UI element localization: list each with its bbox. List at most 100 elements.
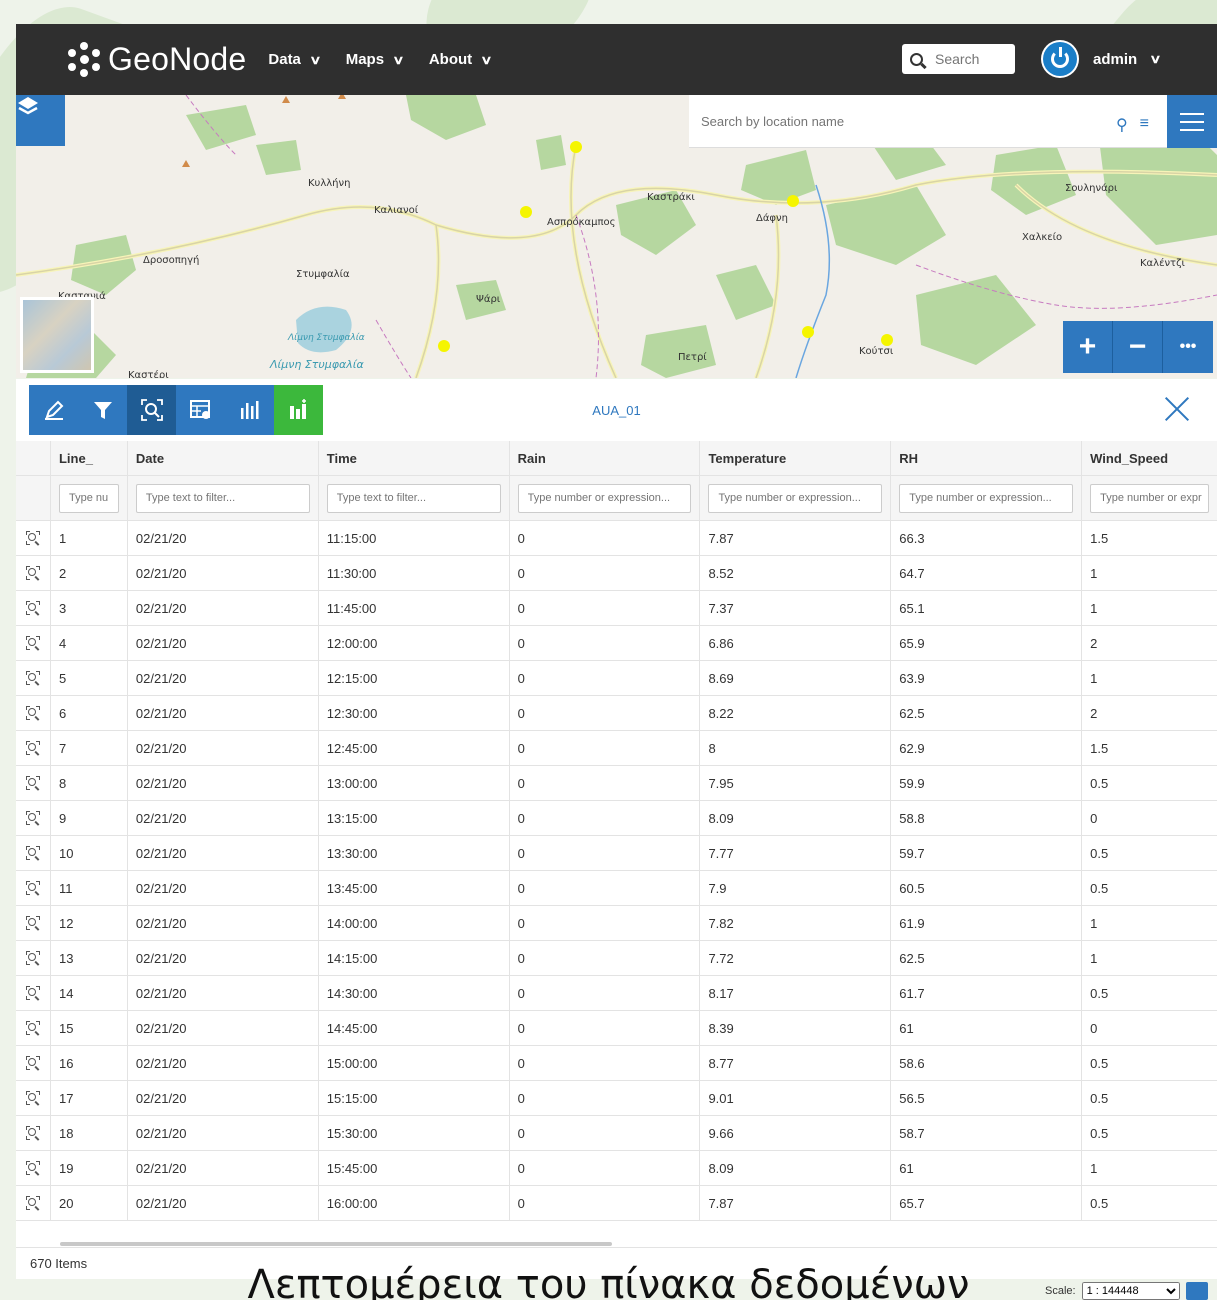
table-row[interactable]: 8 02/21/20 13:00:00 0 7.95 59.9 0.5 bbox=[16, 766, 1217, 801]
column-header[interactable]: RH bbox=[891, 441, 1083, 476]
column-filter-input[interactable] bbox=[135, 483, 310, 513]
map-place-label: Πετρί bbox=[678, 352, 707, 363]
table-cell: 59.9 bbox=[891, 766, 1083, 801]
table-row[interactable]: 3 02/21/20 11:45:00 0 7.37 65.1 1 bbox=[16, 591, 1217, 626]
table-cell: 0 bbox=[509, 836, 701, 871]
more-tools-button[interactable]: ••• bbox=[1163, 321, 1213, 373]
zoom-to-feature-icon[interactable] bbox=[25, 1056, 40, 1071]
table-row[interactable]: 13 02/21/20 14:15:00 0 7.72 62.5 1 bbox=[16, 941, 1217, 976]
horizontal-scrollbar[interactable] bbox=[60, 1242, 612, 1246]
zoom-to-feature-icon[interactable] bbox=[25, 1091, 40, 1106]
zoom-to-feature-icon[interactable] bbox=[25, 951, 40, 966]
search-options-icon[interactable]: ≡ bbox=[1140, 115, 1149, 135]
table-cell: 1 bbox=[1082, 941, 1217, 976]
table-row[interactable]: 15 02/21/20 14:45:00 0 8.39 61 0 bbox=[16, 1011, 1217, 1046]
table-cell: 0 bbox=[509, 696, 701, 731]
zoom-to-feature-icon[interactable] bbox=[25, 566, 40, 581]
table-cell: 10 bbox=[50, 836, 128, 871]
zoom-to-feature-icon[interactable] bbox=[25, 636, 40, 651]
table-row[interactable]: 4 02/21/20 12:00:00 0 6.86 65.9 2 bbox=[16, 626, 1217, 661]
table-row[interactable]: 9 02/21/20 13:15:00 0 8.09 58.8 0 bbox=[16, 801, 1217, 836]
layers-button[interactable] bbox=[16, 95, 65, 146]
zoom-to-feature-icon[interactable] bbox=[25, 601, 40, 616]
table-row[interactable]: 16 02/21/20 15:00:00 0 8.77 58.6 0.5 bbox=[16, 1046, 1217, 1081]
zoom-to-feature-icon[interactable] bbox=[25, 811, 40, 826]
column-filter-input[interactable] bbox=[58, 483, 119, 513]
column-header[interactable]: Wind_Speed bbox=[1082, 441, 1217, 476]
table-row[interactable]: 14 02/21/20 14:30:00 0 8.17 61.7 0.5 bbox=[16, 976, 1217, 1011]
zoom-to-feature-icon[interactable] bbox=[25, 881, 40, 896]
table-row[interactable]: 20 02/21/20 16:00:00 0 7.87 65.7 0.5 bbox=[16, 1186, 1217, 1221]
location-search-box[interactable]: ⚲ ≡ bbox=[689, 95, 1167, 148]
nav-menu-maps[interactable]: Maps ∨ bbox=[346, 51, 405, 68]
location-search-input[interactable] bbox=[701, 113, 1041, 129]
zoom-to-feature-icon[interactable] bbox=[25, 1196, 40, 1211]
table-cell: 02/21/20 bbox=[127, 801, 319, 836]
column-filter-input[interactable] bbox=[1090, 483, 1210, 513]
table-row[interactable]: 6 02/21/20 12:30:00 0 8.22 62.5 2 bbox=[16, 696, 1217, 731]
zoom-to-feature-icon[interactable] bbox=[25, 986, 40, 1001]
table-row[interactable]: 17 02/21/20 15:15:00 0 9.01 56.5 0.5 bbox=[16, 1081, 1217, 1116]
column-header[interactable]: Rain bbox=[509, 441, 701, 476]
nav-menu-data-label: Data bbox=[268, 51, 301, 68]
column-filter-input[interactable] bbox=[708, 483, 883, 513]
background-selector-thumbnail[interactable] bbox=[20, 297, 94, 373]
column-filter-input[interactable] bbox=[326, 483, 501, 513]
close-icon[interactable] bbox=[1164, 395, 1192, 423]
nav-search-input[interactable] bbox=[935, 51, 1005, 67]
zoom-to-feature-icon[interactable] bbox=[25, 1126, 40, 1141]
column-filter-input[interactable] bbox=[899, 483, 1074, 513]
zoom-in-button[interactable]: + bbox=[1063, 321, 1113, 373]
table-cell: 13:15:00 bbox=[318, 801, 510, 836]
zoom-to-feature-icon[interactable] bbox=[25, 741, 40, 756]
table-cell: 8.09 bbox=[700, 801, 892, 836]
column-header[interactable]: Line_ bbox=[50, 441, 128, 476]
search-icon[interactable]: ⚲ bbox=[1116, 115, 1128, 135]
column-header[interactable]: Date bbox=[127, 441, 319, 476]
user-menu[interactable]: admin ∨ bbox=[1041, 40, 1162, 78]
table-cell: 02/21/20 bbox=[127, 1116, 319, 1151]
table-row[interactable]: 11 02/21/20 13:45:00 0 7.9 60.5 0.5 bbox=[16, 871, 1217, 906]
scale-select[interactable]: 1 : 144448 bbox=[1081, 1282, 1180, 1300]
table-cell: 8.39 bbox=[700, 1011, 892, 1046]
nav-search-box[interactable] bbox=[902, 44, 1015, 74]
figure-caption: Λεπτομέρεια του πίνακα δεδομένων bbox=[247, 1262, 970, 1300]
zoom-to-feature-icon[interactable] bbox=[25, 531, 40, 546]
table-cell: 02/21/20 bbox=[127, 1151, 319, 1186]
zoom-to-feature-icon[interactable] bbox=[25, 1021, 40, 1036]
zoom-to-feature-icon[interactable] bbox=[25, 1161, 40, 1176]
burger-menu-button[interactable] bbox=[1167, 95, 1217, 148]
column-header[interactable]: Time bbox=[318, 441, 510, 476]
table-row[interactable]: 2 02/21/20 11:30:00 0 8.52 64.7 1 bbox=[16, 556, 1217, 591]
table-row[interactable]: 1 02/21/20 11:15:00 0 7.87 66.3 1.5 bbox=[16, 521, 1217, 556]
zoom-to-feature-icon[interactable] bbox=[25, 916, 40, 931]
table-cell: 0 bbox=[509, 661, 701, 696]
geonode-logo[interactable]: GeoNode bbox=[64, 40, 246, 80]
map-lake-label: Λίμνη Στυμφαλία bbox=[288, 333, 365, 343]
table-row[interactable]: 7 02/21/20 12:45:00 0 8 62.9 1.5 bbox=[16, 731, 1217, 766]
table-row[interactable]: 10 02/21/20 13:30:00 0 7.77 59.7 0.5 bbox=[16, 836, 1217, 871]
table-row[interactable]: 18 02/21/20 15:30:00 0 9.66 58.7 0.5 bbox=[16, 1116, 1217, 1151]
nav-menu-about[interactable]: About ∨ bbox=[429, 51, 493, 68]
table-cell: 9 bbox=[50, 801, 128, 836]
zoom-to-feature-icon[interactable] bbox=[25, 846, 40, 861]
table-cell: 7.95 bbox=[700, 766, 892, 801]
column-header[interactable]: Temperature bbox=[700, 441, 892, 476]
crs-selector-button[interactable] bbox=[1185, 1282, 1208, 1300]
scale-label: Scale: bbox=[1045, 1285, 1076, 1297]
table-cell: 15:15:00 bbox=[318, 1081, 510, 1116]
table-row[interactable]: 5 02/21/20 12:15:00 0 8.69 63.9 1 bbox=[16, 661, 1217, 696]
zoom-out-button[interactable]: − bbox=[1113, 321, 1163, 373]
layers-icon bbox=[18, 97, 38, 115]
nav-menu-data[interactable]: Data ∨ bbox=[268, 51, 321, 68]
map-view[interactable]: Κυλλήνη Καλιανοί Δροσοπηγή Στυμφαλία Ασπ… bbox=[16, 95, 1217, 378]
zoom-to-feature-icon[interactable] bbox=[25, 671, 40, 686]
table-row[interactable]: 12 02/21/20 14:00:00 0 7.82 61.9 1 bbox=[16, 906, 1217, 941]
table-cell: 58.6 bbox=[891, 1046, 1083, 1081]
table-cell: 8.77 bbox=[700, 1046, 892, 1081]
column-filter-input[interactable] bbox=[517, 483, 692, 513]
table-cell: 0 bbox=[509, 1186, 701, 1221]
zoom-to-feature-icon[interactable] bbox=[25, 776, 40, 791]
table-row[interactable]: 19 02/21/20 15:45:00 0 8.09 61 1 bbox=[16, 1151, 1217, 1186]
zoom-to-feature-icon[interactable] bbox=[25, 706, 40, 721]
